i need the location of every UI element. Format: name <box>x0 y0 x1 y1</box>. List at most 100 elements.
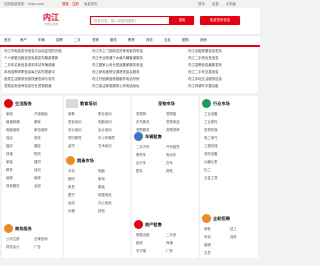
category-link[interactable]: 图书 <box>68 193 75 197</box>
free-post-button[interactable]: 免费发布信息 <box>200 16 240 25</box>
mobile-link[interactable]: 手机版 <box>226 2 236 6</box>
category-link[interactable]: 法律咨询 <box>34 237 48 241</box>
section-title[interactable]: 教育培训 <box>80 101 97 107</box>
category-link[interactable]: 财务会计 <box>6 245 20 249</box>
category-link[interactable]: 其他 <box>166 169 173 173</box>
section-title[interactable]: 跳蚤市场 <box>77 158 94 164</box>
category-link[interactable]: 管道疏通 <box>6 120 20 124</box>
category-link[interactable]: 家电 <box>98 177 105 181</box>
section-title[interactable]: 车辆租售 <box>145 134 162 140</box>
news-item[interactable]: 内江二手车交易信息 <box>188 70 256 74</box>
category-link[interactable]: 客服 <box>204 243 211 247</box>
news-item[interactable]: 二手车买卖信息请到本站车辆频道 <box>4 63 88 67</box>
section-title[interactable]: 商务服务 <box>15 226 32 232</box>
nav-item[interactable]: 招聘 <box>56 38 63 42</box>
category-link[interactable]: 新房 <box>136 241 143 245</box>
search-input[interactable]: 信息分类，输入关键词搜索！ <box>90 16 170 25</box>
category-link[interactable]: 搬家 <box>34 120 41 124</box>
free-post-link[interactable]: 免费发布 <box>84 2 98 6</box>
category-link[interactable]: 培训 <box>34 168 41 172</box>
category-link[interactable]: 工业原料 <box>204 120 218 124</box>
section-title[interactable]: 宠物市场 <box>158 101 175 107</box>
category-link[interactable]: 家装 <box>6 160 13 164</box>
home-link[interactable]: 首页 <box>198 2 205 6</box>
login-link[interactable]: 登录 <box>62 2 69 6</box>
category-link[interactable]: 公司注册 <box>6 237 20 241</box>
section-title[interactable]: 生活服务 <box>15 101 32 107</box>
news-item[interactable]: 内江市免费发布信息平台欢迎您的光临 <box>4 49 88 53</box>
news-item[interactable]: 内江搬家公司长短途搬家服务电话 <box>92 63 182 67</box>
category-link[interactable]: 电工电气 <box>204 136 218 140</box>
category-link[interactable]: 厂房 <box>166 249 173 253</box>
news-item[interactable]: 内江市上门回收旧货家电家具电话 <box>92 49 182 53</box>
site-logo[interactable]: 内江 分类信息网 <box>38 13 64 27</box>
category-link[interactable]: 语言培训 <box>68 120 82 124</box>
category-link[interactable]: 留学 <box>68 144 75 148</box>
category-link[interactable]: 农林牧渔 <box>204 128 218 132</box>
category-link[interactable]: 乐器 <box>68 209 75 213</box>
category-link[interactable]: 二手房 <box>166 233 176 237</box>
search-button[interactable]: 搜索 <box>170 16 194 25</box>
news-item[interactable]: 内江专业疏通下水道马桶管道服务 <box>92 56 182 60</box>
news-item[interactable]: 个人房屋出租信息免费发布最新更新 <box>4 56 88 60</box>
category-link[interactable]: 二手汽车 <box>136 145 150 149</box>
category-link[interactable]: 快递 <box>6 152 13 156</box>
category-link[interactable]: 电脑培训 <box>98 120 112 124</box>
nav-item[interactable]: 宠物 <box>92 38 99 42</box>
category-link[interactable]: 电脑 <box>98 169 105 173</box>
category-link[interactable]: 摄影 <box>34 144 41 148</box>
category-link[interactable]: 家教 <box>68 112 75 116</box>
news-item[interactable]: 内江商铺写字楼出租 <box>188 84 256 88</box>
category-link[interactable]: 广告 <box>34 245 41 249</box>
category-link[interactable]: 保洁 <box>6 136 13 140</box>
category-link[interactable]: 五金工具 <box>204 176 218 180</box>
category-link[interactable]: 清洗 <box>34 136 41 140</box>
news-item[interactable]: 内江出租房屋信息发布 <box>188 49 256 53</box>
category-link[interactable]: 自行车 <box>136 161 146 165</box>
category-link[interactable]: 写字楼 <box>136 249 146 253</box>
category-link[interactable]: 物流 <box>34 152 41 156</box>
category-link[interactable]: 家电维修 <box>34 128 48 132</box>
category-link[interactable]: 汽车租赁 <box>166 145 180 149</box>
section-title[interactable]: 全职招聘 <box>213 216 230 222</box>
nav-item[interactable]: 商务 <box>146 38 153 42</box>
category-link[interactable]: 宠物猫 <box>166 112 176 116</box>
nav-item[interactable]: 交友 <box>164 38 171 42</box>
category-link[interactable]: 电脑维修 <box>6 128 20 132</box>
category-link[interactable]: 数码 <box>68 177 75 181</box>
news-item[interactable]: 各类生活服务信息快速查询与发布 <box>4 77 88 81</box>
category-link[interactable]: 维修 <box>34 176 41 180</box>
news-item[interactable]: 内江开锁换锁修锁服务电话号码 <box>92 77 182 81</box>
category-link[interactable]: 会计培训 <box>98 128 112 132</box>
category-link[interactable]: 办公用品 <box>98 201 112 205</box>
category-link[interactable]: 职业培训 <box>98 112 112 116</box>
category-link[interactable]: 家政 <box>6 112 13 116</box>
category-link[interactable]: 其他服务 <box>6 184 20 188</box>
category-link[interactable]: 家具 <box>68 185 75 189</box>
info-link[interactable]: 信息 <box>212 2 219 6</box>
nav-item[interactable]: 房产 <box>20 38 27 42</box>
category-link[interactable]: 婚庆 <box>6 144 13 148</box>
nav-item[interactable]: 车辆 <box>38 38 45 42</box>
category-link[interactable]: 开锁换锁 <box>34 112 48 116</box>
category-link[interactable]: 运动 <box>68 201 75 205</box>
news-item[interactable]: 内江招聘信息最新发布 <box>188 63 256 67</box>
category-link[interactable]: 母婴用品 <box>98 193 112 197</box>
category-link[interactable]: 花鸟鱼虫 <box>136 120 150 124</box>
category-link[interactable]: 中小学辅导 <box>98 136 115 140</box>
category-link[interactable]: 房屋出租 <box>136 233 150 237</box>
nav-item[interactable]: 首页 <box>4 38 11 42</box>
category-link[interactable]: 配件 <box>136 169 143 173</box>
category-link[interactable]: 装修 <box>6 176 13 180</box>
category-link[interactable]: 全部 <box>34 184 41 188</box>
category-link[interactable]: 化工 <box>204 168 211 172</box>
category-link[interactable]: 宠物用品 <box>166 120 180 124</box>
category-link[interactable]: 商铺 <box>166 241 173 245</box>
news-item[interactable]: 本地招聘求职信息每日实时更新中 <box>4 70 88 74</box>
category-link[interactable]: 摩托车 <box>136 153 146 157</box>
news-item[interactable]: 内江二手房出售信息 <box>188 56 256 60</box>
nav-item[interactable]: 服务 <box>110 38 117 42</box>
news-item[interactable]: 内江家电维修空调清洗加氟服务 <box>92 70 182 74</box>
category-link[interactable]: 设计培训 <box>68 128 82 132</box>
category-link[interactable]: 宠物领养 <box>166 128 180 132</box>
